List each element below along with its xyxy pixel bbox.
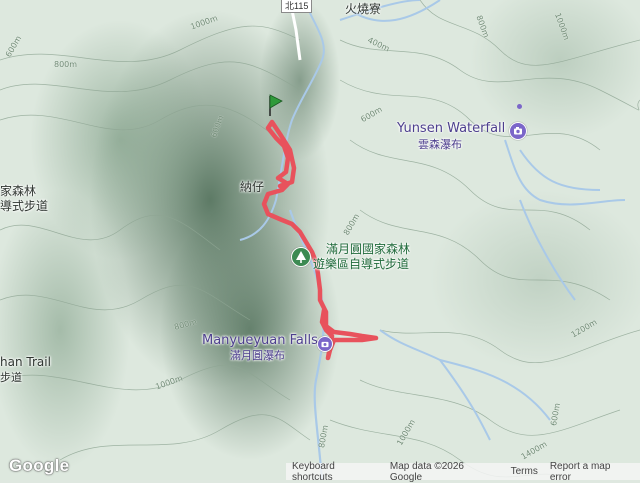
poi-label-yunsen[interactable]: Yunsen Waterfall (397, 121, 505, 136)
trail-label-left-zh: 步道 (0, 371, 22, 384)
pin-dot (517, 104, 522, 109)
map-data-attribution[interactable]: Map data ©2026 Google (384, 461, 505, 483)
trail-label-left: han Trail (0, 355, 51, 369)
poi-label-yunsen-zh[interactable]: 雲森瀑布 (418, 136, 462, 152)
camera-icon[interactable] (317, 336, 333, 352)
poi-label-manyueyuan-zh[interactable]: 滿月圓瀑布 (230, 347, 285, 363)
camera-icon[interactable] (509, 122, 527, 140)
map-footer: Keyboard shortcuts Map data ©2026 Google… (286, 461, 640, 483)
place-label-left-bottom: 導式步道 (0, 199, 49, 213)
map-canvas[interactable] (0, 0, 640, 480)
poi-label-manyueyuan[interactable]: Manyueyuan Falls (202, 333, 318, 348)
road-shield: 北115 (281, 0, 313, 13)
google-logo[interactable]: Google (9, 456, 69, 476)
place-label-nazai: 納仔 (240, 180, 265, 194)
report-error-link[interactable]: Report a map error (544, 461, 640, 483)
contour-label: 800m (54, 60, 78, 69)
park-label-line2[interactable]: 遊樂區自導式步道 (313, 255, 409, 272)
keyboard-shortcuts-link[interactable]: Keyboard shortcuts (286, 461, 384, 483)
tree-icon[interactable] (291, 247, 311, 267)
terms-link[interactable]: Terms (505, 466, 544, 477)
place-label-huoshaoliao: 火燒寮 (345, 2, 382, 16)
